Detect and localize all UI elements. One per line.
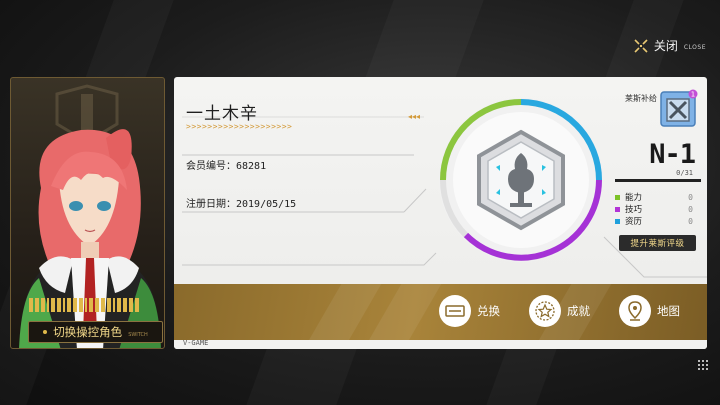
stat-ability: 能力 0 [615,191,693,203]
stat-swatch [615,194,620,200]
rank-label: 莱斯补给 [625,94,657,103]
stat-label: 能力 [625,193,643,203]
chevron-small-decoration: ◂◂◂ [408,112,421,121]
player-name: 一土木辛 [186,104,258,124]
stat-skill: 技巧 0 [615,203,693,215]
stat-value: 0 [688,204,693,214]
map-button[interactable]: 地图 [619,295,680,327]
upgrade-rank-button[interactable]: 提升莱斯评级 [619,235,696,251]
stat-seniority: 资历 0 [615,215,693,227]
stat-value: 0 [688,192,693,202]
close-label: 关闭 [653,39,678,53]
rank-panel: 莱斯补给 1 N-1 0/31 能力 0 技巧 0 资历 0 提升莱斯评级 [609,87,701,257]
exchange-label: 兑换 [477,304,500,318]
register-date-value: 2019/05/15 [236,199,297,210]
register-date-label: 注册日期： [186,199,236,210]
register-date-row: 注册日期：2019/05/15 [186,195,296,210]
exchange-button[interactable]: 兑换 [439,295,500,327]
dot-icon [43,330,48,334]
character-portrait [19,129,161,348]
rank-value: N-1 [649,139,696,170]
achievement-label: 成就 [567,304,590,318]
stat-ring [439,98,603,262]
rank-progress-bar [615,179,701,182]
stat-swatch [615,218,620,224]
switch-character-button[interactable]: 切换操控角色 SWITCH [28,321,163,343]
switch-label: 切换操控角色 [53,325,123,339]
chevron-decoration: >>>>>>>>>>>>>>>>>>>> [186,122,293,131]
barcode-decoration [29,298,139,312]
stat-label: 技巧 [625,205,643,215]
ticket-icon [439,295,471,327]
close-button[interactable]: 关闭 CLOSE [634,37,706,54]
achievement-button[interactable]: 成就 [529,295,590,327]
profile-card: 一土木辛 >>>>>>>>>>>>>>>>>>>> ◂◂◂ 会员编号：68281… [174,77,707,349]
map-label: 地图 [657,304,680,318]
member-id-value: 68281 [236,161,267,172]
close-sublabel: CLOSE [683,43,706,51]
switch-sublabel: SWITCH [128,331,148,338]
map-pin-icon [619,295,651,327]
character-panel: 切换操控角色 SWITCH [10,77,165,349]
close-cross-icon [634,38,648,53]
member-id-row: 会员编号：68281 [186,157,266,172]
footer-strip [174,340,707,349]
badge-count: 1 [691,91,695,99]
rank-progress: 0/31 [676,169,693,177]
footer-label: V-GAME [183,339,209,347]
supply-badge-icon[interactable]: 1 [660,89,698,127]
stat-value: 0 [688,216,693,226]
stat-swatch [615,206,620,212]
star-medal-icon [529,295,561,327]
grid-dots-icon [698,360,708,370]
member-id-label: 会员编号： [186,161,236,172]
stat-label: 资历 [625,217,643,227]
